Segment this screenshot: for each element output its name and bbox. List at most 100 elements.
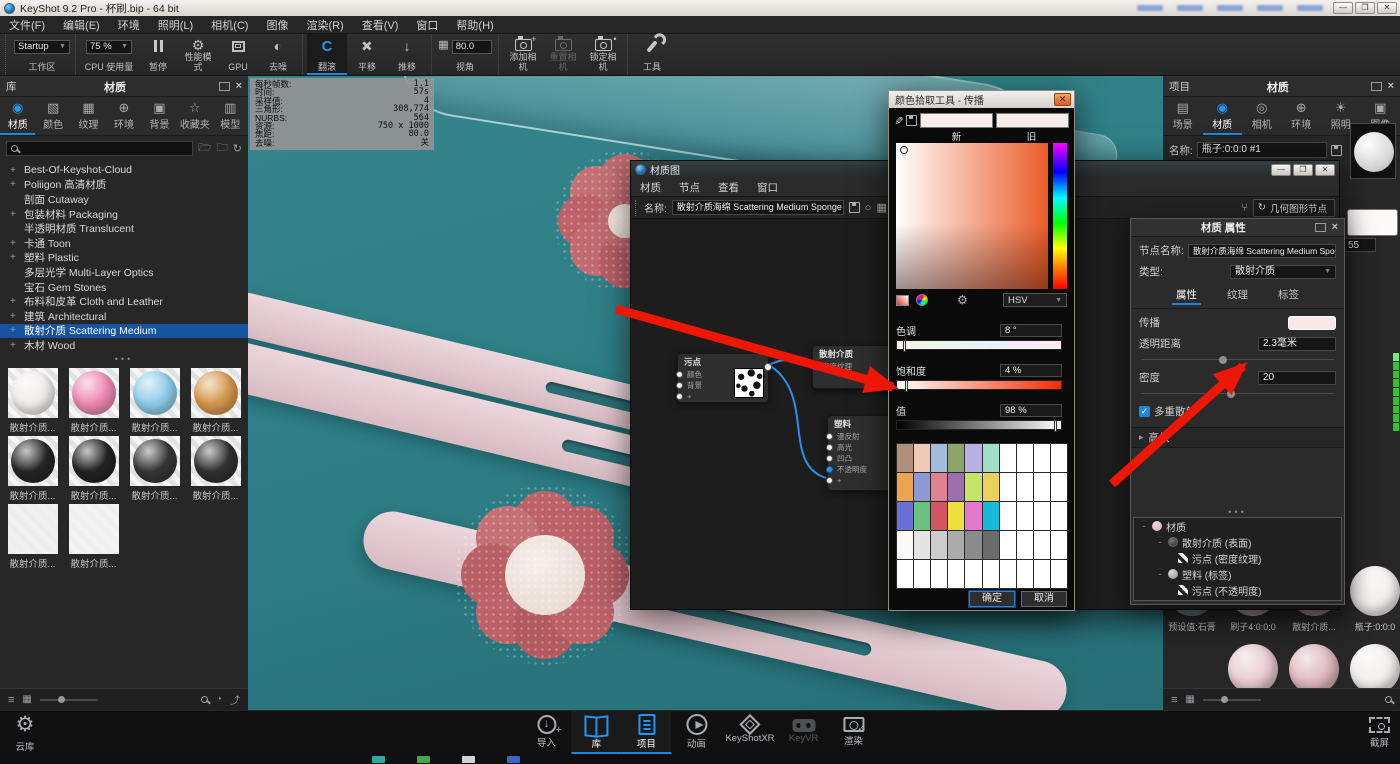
value-field-partial[interactable]: 55: [1343, 238, 1376, 252]
color-swatch[interactable]: [948, 531, 964, 559]
performance-mode-button[interactable]: ⚙ 性能模式: [178, 34, 218, 75]
tree-item-spots-opacity[interactable]: 污点 (不透明度): [1134, 582, 1341, 598]
add-folder-icon[interactable]: 🗁: [198, 139, 212, 158]
color-swatch[interactable]: [948, 560, 964, 588]
color-swatch[interactable]: [914, 531, 930, 559]
color-swatch[interactable]: [1034, 531, 1050, 559]
material-thumbnail[interactable]: 散射介质...: [2, 368, 63, 434]
material-name-field[interactable]: 瓶子:0:0:0 #1: [1197, 142, 1327, 158]
transmission-color-swatch[interactable]: [1288, 316, 1336, 330]
library-tab[interactable]: ▥ 模型: [213, 97, 248, 135]
undock-icon[interactable]: [219, 82, 230, 91]
color-swatch[interactable]: [1034, 560, 1050, 588]
menu-item[interactable]: 编辑(E): [54, 17, 109, 33]
color-swatch[interactable]: [897, 473, 913, 501]
node-name-field[interactable]: 散射介质海绵 Scattering Medium Sponge: [672, 200, 844, 215]
project-tab[interactable]: ⊕ 环境: [1282, 97, 1322, 135]
color-swatch[interactable]: [1034, 444, 1050, 472]
type-dropdown[interactable]: 散射介质▼: [1230, 265, 1336, 279]
menu-item[interactable]: 帮助(H): [447, 17, 502, 33]
gradient-mode-icon[interactable]: [896, 295, 909, 306]
color-wheel-icon[interactable]: [916, 294, 928, 306]
node-link-icon[interactable]: ⑂: [1241, 202, 1248, 214]
toolbar-grip[interactable]: [635, 200, 639, 216]
close-button[interactable]: ✕: [1377, 2, 1397, 14]
project-tab[interactable]: ▤ 场景: [1163, 97, 1203, 135]
material-thumbnail[interactable]: 散射介质...: [2, 504, 63, 570]
color-swatch[interactable]: [965, 444, 981, 472]
external-link-icon[interactable]: ⤴: [230, 692, 240, 707]
save-icon[interactable]: [1331, 145, 1342, 156]
graph-menu-item[interactable]: 窗口: [748, 180, 787, 195]
tree-item-material[interactable]: - 材质: [1134, 518, 1341, 534]
grid-view-icon[interactable]: ▦: [22, 694, 31, 705]
color-swatch[interactable]: [983, 473, 999, 501]
dock-item[interactable]: KeyShotXR: [721, 711, 778, 755]
node-output-port[interactable]: [764, 363, 772, 371]
close-icon[interactable]: ✕: [1315, 164, 1335, 176]
taskbar-app-icon[interactable]: [507, 756, 520, 763]
color-swatch[interactable]: [897, 444, 913, 472]
add-camera-button[interactable]: + 添加相机: [503, 34, 543, 75]
color-swatch[interactable]: [897, 560, 913, 588]
scene-material-thumbnail[interactable]: [1224, 644, 1282, 694]
material-thumbnail[interactable]: 散射介质...: [124, 436, 185, 502]
dock-item[interactable]: 动画: [671, 711, 721, 755]
hue-value-field[interactable]: 8 °: [1000, 324, 1062, 337]
color-swatch[interactable]: [1051, 531, 1067, 559]
gpu-button[interactable]: GPU: [218, 34, 258, 75]
color-swatch[interactable]: [1051, 444, 1067, 472]
library-tree-item[interactable]: 宝石 Gem Stones: [0, 280, 248, 295]
color-swatch[interactable]: [1000, 444, 1016, 472]
cancel-button[interactable]: 取消: [1021, 591, 1067, 607]
color-swatch[interactable]: [965, 560, 981, 588]
library-tree-item[interactable]: + 建筑 Architectural: [0, 309, 248, 324]
spots-texture-node[interactable]: 污点 颜色 背景: [677, 353, 769, 403]
eyedropper-icon[interactable]: ✎: [892, 116, 905, 125]
material-thumbnail[interactable]: 散射介质...: [2, 436, 63, 502]
scene-material-thumbnail[interactable]: [1346, 644, 1400, 694]
color-mode-dropdown[interactable]: HSV▼: [1003, 293, 1067, 307]
zoom-icon[interactable]: [1385, 696, 1392, 703]
library-tree-item[interactable]: + Poliigon 高清材质: [0, 178, 248, 193]
color-swatch[interactable]: [1017, 560, 1033, 588]
material-thumbnail[interactable]: 散射介质...: [63, 504, 124, 570]
color-swatch[interactable]: [983, 531, 999, 559]
color-swatch[interactable]: [1017, 531, 1033, 559]
dolly-tool-button[interactable]: ↓ 推移: [387, 34, 427, 75]
color-swatch[interactable]: [948, 473, 964, 501]
color-swatch[interactable]: [1000, 502, 1016, 530]
dock-item[interactable]: 导入: [521, 711, 571, 755]
close-icon[interactable]: ×: [1388, 82, 1394, 91]
saturation-slider[interactable]: [896, 380, 1062, 390]
material-thumbnail[interactable]: 散射介质...: [185, 436, 246, 502]
maximize-icon[interactable]: ❐: [1293, 164, 1313, 176]
pan-tool-button[interactable]: ✚ 平移: [347, 34, 387, 75]
color-swatch[interactable]: [1034, 473, 1050, 501]
fov-control[interactable]: ▦ 80.0 视角: [436, 34, 494, 75]
dock-item[interactable]: 渲染: [829, 711, 879, 755]
close-icon[interactable]: ×: [236, 82, 242, 91]
library-tree-item[interactable]: + 散射介质 Scattering Medium: [0, 324, 248, 339]
fov-field[interactable]: 80.0: [452, 40, 492, 54]
color-swatch[interactable]: [965, 502, 981, 530]
close-icon[interactable]: ✕: [1054, 93, 1071, 106]
library-tab[interactable]: ▦ 纹理: [71, 97, 106, 135]
color-swatch[interactable]: [914, 473, 930, 501]
color-swatch[interactable]: [1034, 502, 1050, 530]
color-swatch[interactable]: [914, 560, 930, 588]
library-tree-item[interactable]: 剖面 Cutaway: [0, 192, 248, 207]
tools-button[interactable]: 工具: [632, 34, 672, 75]
color-swatch[interactable]: [931, 502, 947, 530]
library-tree-item[interactable]: + 布料和皮革 Cloth and Leather: [0, 294, 248, 309]
color-swatch-partial[interactable]: [1347, 209, 1398, 236]
advanced-section-header[interactable]: ▸ 高级: [1131, 427, 1344, 448]
color-swatch[interactable]: [1017, 473, 1033, 501]
reset-camera-button[interactable]: 重置相机: [543, 34, 583, 75]
color-swatch[interactable]: [1000, 560, 1016, 588]
library-tree-item[interactable]: + 包装材料 Packaging: [0, 207, 248, 222]
library-tab[interactable]: ◉ 材质: [0, 97, 35, 135]
properties-tab[interactable]: 标签: [1274, 287, 1303, 305]
menu-item[interactable]: 图像: [257, 17, 297, 33]
library-tree-item[interactable]: + 塑料 Plastic: [0, 251, 248, 266]
